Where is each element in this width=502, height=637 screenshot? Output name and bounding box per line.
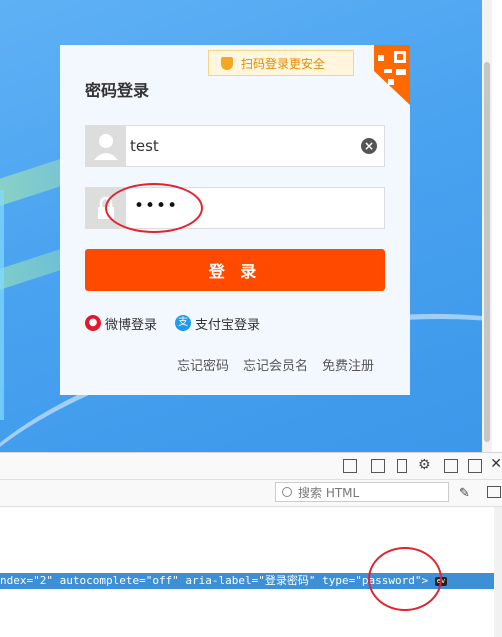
close-icon[interactable]: ✕ — [490, 456, 502, 472]
username-field[interactable]: × — [85, 125, 385, 167]
qr-code-toggle[interactable] — [374, 45, 410, 105]
alipay-login-link[interactable]: 支 支付宝登录 — [175, 313, 260, 333]
search-placeholder: 搜索 HTML — [298, 485, 360, 500]
popout-icon[interactable] — [468, 459, 482, 473]
login-button[interactable]: 登 录 — [85, 249, 385, 291]
scrollbar-thumb[interactable] — [484, 62, 490, 442]
password-annotation-circle — [105, 183, 203, 233]
qr-tip-label: 扫码登录更安全 — [241, 56, 326, 71]
weibo-login-link[interactable]: ● 微博登录 — [85, 313, 157, 333]
page-scrollbar[interactable] — [482, 0, 492, 452]
type-annotation-circle — [368, 547, 442, 611]
qr-login-tip[interactable]: 扫码登录更安全 — [208, 50, 354, 76]
layout-icon[interactable] — [343, 459, 357, 473]
search-icon — [282, 487, 292, 497]
box-model-icon[interactable] — [487, 486, 501, 498]
weibo-icon: ● — [85, 315, 101, 331]
qr-code-icon — [374, 45, 410, 105]
weibo-label: 微博登录 — [105, 317, 158, 333]
dock-icon[interactable] — [444, 459, 458, 473]
user-icon — [86, 126, 126, 166]
html-code-text: ndex="2" autocomplete="off" aria-label="… — [0, 574, 429, 587]
console-icon[interactable] — [371, 459, 385, 473]
devtools-search-row: 搜索 HTML ✎ — [0, 480, 502, 507]
eyedropper-icon[interactable]: ✎ — [459, 486, 470, 501]
responsive-icon[interactable] — [397, 459, 407, 473]
forgot-member-name-link[interactable]: 忘记会员名 — [243, 355, 308, 374]
account-links: 忘记密码 忘记会员名 免费注册 — [177, 355, 374, 374]
alipay-icon: 支 — [175, 315, 191, 331]
browser-viewport: 扫码登录更安全 密码登录 × — [0, 0, 492, 452]
devtools-scrollbar[interactable] — [494, 507, 502, 637]
shield-icon — [221, 56, 233, 70]
forgot-password-link[interactable]: 忘记密码 — [177, 355, 229, 374]
search-html-input[interactable]: 搜索 HTML — [275, 482, 449, 502]
background-bar — [0, 190, 4, 420]
devtools-panel: ⚙ ✕ 搜索 HTML ✎ ndex="2" autocomplete="off… — [0, 452, 502, 637]
gear-icon[interactable]: ⚙ — [418, 457, 431, 473]
register-link[interactable]: 免费注册 — [322, 355, 374, 374]
alipay-label: 支付宝登录 — [195, 317, 261, 333]
username-input[interactable] — [130, 131, 340, 161]
clear-icon[interactable]: × — [361, 138, 377, 154]
login-title: 密码登录 — [85, 81, 150, 100]
devtools-toolbar: ⚙ ✕ — [0, 453, 502, 480]
